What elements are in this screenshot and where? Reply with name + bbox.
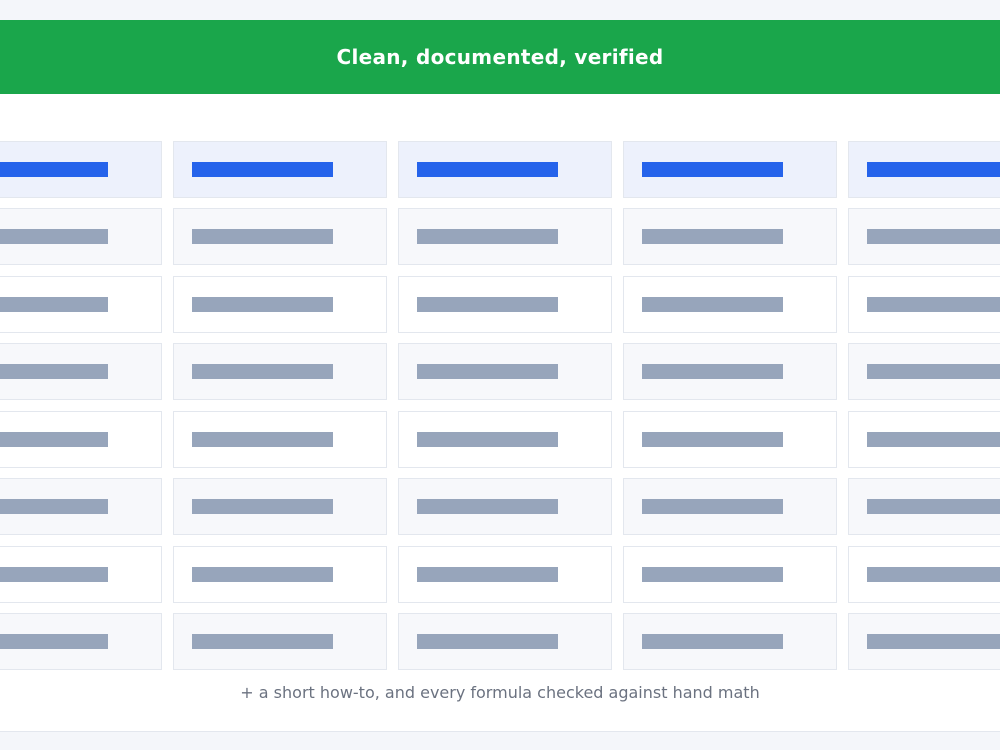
table-cell	[0, 208, 162, 265]
cell-placeholder-bar	[867, 364, 1000, 379]
table-cell	[848, 276, 1000, 333]
cell-placeholder-bar	[867, 634, 1000, 649]
header-placeholder-bar	[417, 162, 558, 177]
cell-placeholder-bar	[192, 364, 333, 379]
table-cell	[623, 478, 837, 535]
cell-placeholder-bar	[867, 229, 1000, 244]
table-cell	[398, 613, 612, 670]
cell-placeholder-bar	[192, 567, 333, 582]
table-cell	[173, 478, 387, 535]
table-cell	[848, 613, 1000, 670]
table-cell	[623, 343, 837, 400]
table-cell	[848, 343, 1000, 400]
table-cell	[623, 613, 837, 670]
cell-placeholder-bar	[867, 499, 1000, 514]
table-cell	[848, 411, 1000, 468]
cell-placeholder-bar	[192, 432, 333, 447]
cell-placeholder-bar	[642, 634, 783, 649]
table-header-cell	[623, 141, 837, 198]
table-cell	[623, 546, 837, 603]
placeholder-table	[0, 20, 1000, 731]
cell-placeholder-bar	[642, 229, 783, 244]
cell-placeholder-bar	[0, 567, 108, 582]
cell-placeholder-bar	[642, 297, 783, 312]
cell-placeholder-bar	[417, 364, 558, 379]
header-placeholder-bar	[642, 162, 783, 177]
table-header-cell	[0, 141, 162, 198]
table-header-cell	[848, 141, 1000, 198]
table-cell	[0, 343, 162, 400]
table-cell	[398, 208, 612, 265]
cell-placeholder-bar	[192, 229, 333, 244]
table-cell	[398, 276, 612, 333]
table-cell	[398, 411, 612, 468]
table-cell	[848, 546, 1000, 603]
header-placeholder-bar	[192, 162, 333, 177]
table-cell	[173, 343, 387, 400]
table-cell	[0, 546, 162, 603]
cell-placeholder-bar	[417, 567, 558, 582]
cell-placeholder-bar	[417, 297, 558, 312]
table-cell	[173, 411, 387, 468]
cell-placeholder-bar	[867, 297, 1000, 312]
cell-placeholder-bar	[642, 499, 783, 514]
content-card: Clean, documented, verified + a short ho…	[0, 20, 1000, 732]
cell-placeholder-bar	[0, 229, 108, 244]
table-cell	[398, 343, 612, 400]
table-cell	[0, 411, 162, 468]
footnote: + a short how-to, and every formula chec…	[240, 683, 760, 702]
table-cell	[398, 478, 612, 535]
cell-placeholder-bar	[867, 432, 1000, 447]
cell-placeholder-bar	[417, 499, 558, 514]
cell-placeholder-bar	[192, 297, 333, 312]
table-cell	[398, 546, 612, 603]
cell-placeholder-bar	[0, 432, 108, 447]
table-cell	[173, 208, 387, 265]
table-header-cell	[173, 141, 387, 198]
table-cell	[0, 478, 162, 535]
table-cell	[623, 276, 837, 333]
cell-placeholder-bar	[867, 567, 1000, 582]
cell-placeholder-bar	[0, 297, 108, 312]
table-cell	[173, 276, 387, 333]
table-cell	[848, 208, 1000, 265]
cell-placeholder-bar	[642, 364, 783, 379]
cell-placeholder-bar	[0, 499, 108, 514]
cell-placeholder-bar	[417, 634, 558, 649]
table-cell	[0, 613, 162, 670]
cell-placeholder-bar	[192, 499, 333, 514]
cell-placeholder-bar	[0, 364, 108, 379]
table-cell	[173, 546, 387, 603]
table-cell	[0, 276, 162, 333]
table-cell	[623, 411, 837, 468]
table-cell	[173, 613, 387, 670]
cell-placeholder-bar	[192, 634, 333, 649]
cell-placeholder-bar	[417, 229, 558, 244]
header-placeholder-bar	[867, 162, 1000, 177]
cell-placeholder-bar	[417, 432, 558, 447]
cell-placeholder-bar	[642, 432, 783, 447]
table-cell	[623, 208, 837, 265]
cell-placeholder-bar	[642, 567, 783, 582]
table-cell	[848, 478, 1000, 535]
header-placeholder-bar	[0, 162, 108, 177]
cell-placeholder-bar	[0, 634, 108, 649]
table-header-cell	[398, 141, 612, 198]
